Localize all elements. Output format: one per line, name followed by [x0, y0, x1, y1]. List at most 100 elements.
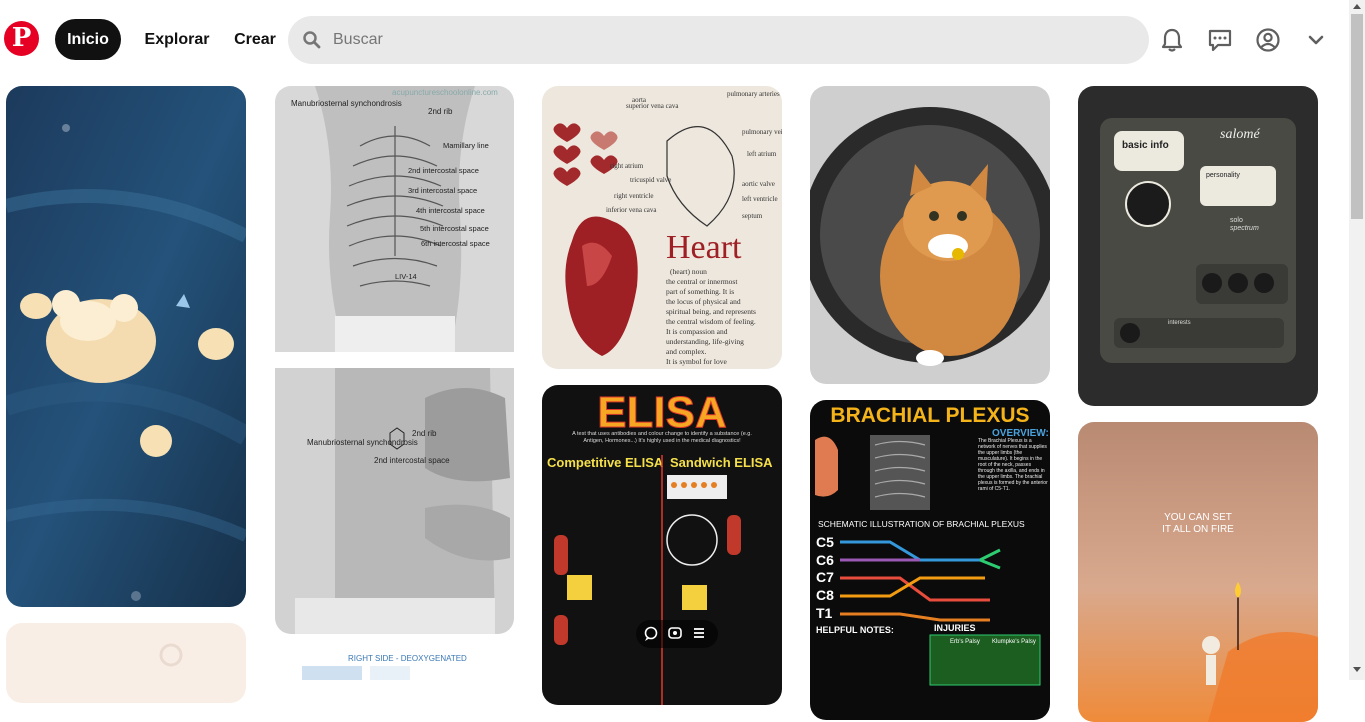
heart-title: Heart: [666, 229, 742, 266]
salome-basic-info: basic info: [1122, 140, 1169, 151]
heart-label: aortic valve: [742, 180, 775, 188]
brachial-root: C5: [816, 534, 834, 550]
heart-label: tricuspid valve: [630, 176, 671, 184]
heart-label: right ventricle: [614, 192, 653, 200]
ribcage-label: Mamillary line: [443, 141, 489, 150]
search-bar[interactable]: [288, 16, 1149, 64]
brachial-root: T1: [816, 605, 833, 621]
brachial-helpful: HELPFUL NOTES:: [816, 625, 894, 635]
ribcage-label: LIV-14: [395, 272, 417, 281]
brachial-injury-col: Klumpke's Palsy: [992, 639, 1036, 645]
chest-image: Manubriosternal synchondrosis 2nd rib 2n…: [275, 368, 514, 634]
brachial-overview: The Brachial Plexus is a network of nerv…: [978, 438, 1048, 492]
top-navigation-bar: P Inicio Explorar Crear: [0, 0, 1349, 80]
elisa-intro: A test that uses antibodies and colour c…: [572, 431, 752, 444]
brachial-schematic-title: SCHEMATIC ILLUSTRATION OF BRACHIAL PLEXU…: [818, 519, 1025, 529]
ribcage-label: Manubriosternal synchondrosis: [291, 99, 402, 108]
scroll-up-arrow-icon[interactable]: [1353, 4, 1361, 9]
nav-create-button[interactable]: Crear: [226, 19, 284, 60]
fire-text-2: IT ALL ON FIRE: [1162, 524, 1234, 535]
heart-label: inferior vena cava: [606, 206, 657, 214]
heart-text-line: the central wisdom of feeling.: [666, 317, 756, 326]
elisa-competitive: Competitive ELISA: [547, 455, 664, 470]
brachial-injury-col: Erb's Palsy: [950, 639, 980, 645]
heart-art-image: Heart aorta superior vena cava pulmonary…: [542, 86, 782, 369]
heart-text-line: spiritual being, and represents: [666, 307, 756, 316]
salome-spectrum-a: solo: [1230, 217, 1243, 224]
ribcage-label: 6th intercostal space: [421, 239, 490, 248]
pin-heart-diagram-partial[interactable]: RIGHT SIDE - DEOXYGENATED: [275, 650, 514, 710]
cat-image: [810, 86, 1050, 384]
heart-diagram-image: RIGHT SIDE - DEOXYGENATED: [275, 650, 514, 680]
salome-image: basic info salomé personality solo spect…: [1078, 86, 1318, 406]
logo-letter: P: [11, 23, 32, 53]
scrollbar-thumb[interactable]: [1351, 14, 1363, 219]
chest-label: 2nd intercostal space: [374, 456, 450, 465]
salome-brand: salomé: [1220, 127, 1260, 142]
pin-elisa[interactable]: ELISA A test that uses antibodies and co…: [542, 385, 782, 705]
pin-ribcage-anatomy[interactable]: acupunctureschoolonline.com Manubrioster…: [275, 86, 514, 352]
peach-image: [6, 623, 246, 703]
chest-label: Manubriosternal synchondrosis: [307, 438, 418, 447]
brachial-root: C7: [816, 569, 834, 585]
search-icon: [303, 31, 321, 49]
search-input[interactable]: [333, 16, 1113, 64]
ribcage-label: 2nd rib: [428, 107, 453, 116]
salome-interests: interests: [1168, 320, 1191, 326]
page-scrollbar[interactable]: [1349, 0, 1365, 680]
elisa-image: ELISA A test that uses antibodies and co…: [542, 385, 782, 705]
heart-label: superior vena cava: [626, 102, 679, 110]
heart-diagram-caption: RIGHT SIDE - DEOXYGENATED: [348, 654, 467, 663]
heart-label: left ventricle: [742, 195, 778, 203]
nav-explore-button[interactable]: Explorar: [137, 19, 217, 60]
heart-text-line: the locus of physical and: [666, 297, 741, 306]
pin-peach-partial[interactable]: [6, 623, 246, 703]
ribcage-label: 2nd intercostal space: [408, 166, 479, 175]
ribcage-label: 5th intercostal space: [420, 224, 489, 233]
brachial-root: C8: [816, 587, 834, 603]
heart-text-line: and complex.: [666, 347, 707, 356]
pin-cat-washing-machine[interactable]: [810, 86, 1050, 384]
fire-text-1: YOU CAN SET: [1164, 512, 1232, 523]
elisa-title: ELISA: [597, 388, 727, 437]
ribcage-image: acupunctureschoolonline.com Manubrioster…: [275, 86, 514, 352]
pin-night-creatures[interactable]: [6, 86, 246, 607]
lens-icon[interactable]: [668, 627, 682, 639]
brachial-injuries: INJURIES: [934, 623, 976, 633]
heart-text-line: (heart) noun: [670, 267, 707, 276]
pin-fire-skeleton[interactable]: YOU CAN SET IT ALL ON FIRE: [1078, 422, 1318, 722]
heart-label: right atrium: [610, 162, 644, 170]
salome-spectrum-b: spectrum: [1230, 225, 1259, 232]
nav-home-button[interactable]: Inicio: [55, 19, 121, 60]
pinterest-logo[interactable]: P: [4, 21, 39, 56]
pin-chest-anatomy[interactable]: Manubriosternal synchondrosis 2nd rib 2n…: [275, 368, 514, 634]
pin-heart-art[interactable]: Heart aorta superior vena cava pulmonary…: [542, 86, 782, 369]
heart-text-line: It is symbol for love: [666, 357, 727, 366]
night-creatures-image: [6, 86, 246, 607]
heart-label: pulmonary veins: [742, 128, 782, 136]
ribcage-label: 4th intercostal space: [416, 206, 485, 215]
heart-text-line: the central or innermost: [666, 277, 738, 286]
chest-label: 2nd rib: [412, 429, 437, 438]
fire-image: YOU CAN SET IT ALL ON FIRE: [1078, 422, 1318, 722]
chat-icon[interactable]: [1206, 26, 1234, 54]
scroll-down-arrow-icon[interactable]: [1353, 667, 1361, 672]
salome-personality: personality: [1206, 172, 1240, 179]
comment-icon[interactable]: [644, 626, 658, 642]
pin-brachial-plexus[interactable]: BRACHIAL PLEXUS OVERVIEW: The Brachial P…: [810, 400, 1050, 720]
pin-action-bar[interactable]: [636, 620, 718, 648]
heart-text-line: It is compassion and: [666, 327, 728, 336]
heart-label: septum: [742, 212, 763, 220]
menu-icon[interactable]: [694, 628, 704, 638]
bell-icon[interactable]: [1158, 26, 1186, 54]
chevron-down-icon[interactable]: [1302, 26, 1330, 54]
ribcage-watermark: acupunctureschoolonline.com: [392, 88, 498, 97]
brachial-plexus-image: BRACHIAL PLEXUS OVERVIEW: The Brachial P…: [810, 400, 1050, 720]
pin-salome-profile[interactable]: basic info salomé personality solo spect…: [1078, 86, 1318, 406]
profile-icon[interactable]: [1254, 26, 1282, 54]
heart-label: pulmonary arteries: [727, 90, 780, 98]
heart-text-line: part of something. It is: [666, 287, 734, 296]
heart-label: left atrium: [747, 150, 777, 158]
ribcage-label: 3rd intercostal space: [408, 186, 477, 195]
heart-text-line: understanding, life-giving: [666, 337, 744, 346]
